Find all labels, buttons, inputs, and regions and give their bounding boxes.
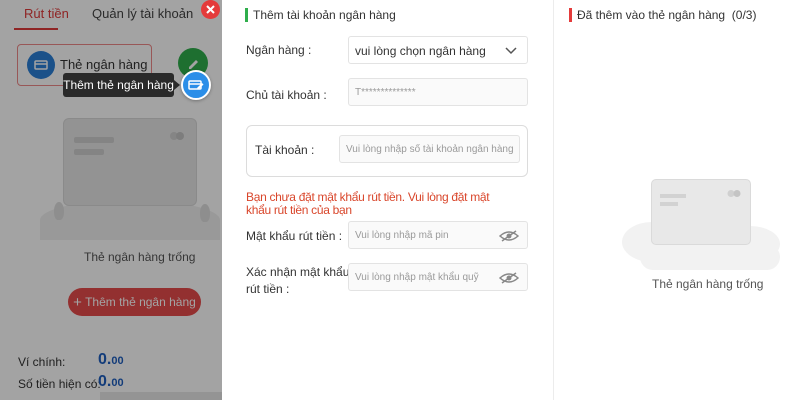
eye-off-icon[interactable] <box>499 272 519 284</box>
add-bank-card-button[interactable]: + Thêm thẻ ngân hàng <box>68 288 201 316</box>
eye-off-icon[interactable] <box>499 230 519 242</box>
account-holder-field: T************** <box>348 78 528 106</box>
chevron-down-icon <box>505 47 517 55</box>
plus-icon: + <box>73 294 82 311</box>
added-cards-title: Đã thêm vào thẻ ngân hàng (0/3) <box>569 8 756 22</box>
withdraw-pin-placeholder: Vui lòng nhập mã pin <box>355 230 449 241</box>
empty-bank-card-text: Thẻ ngân hàng trống <box>84 250 196 264</box>
add-bank-card-button-label: Thêm thẻ ngân hàng <box>85 295 196 309</box>
cloud-decoration <box>640 244 780 270</box>
main-wallet-row: Ví chính: 0.00 <box>18 351 124 369</box>
background-page: Rút tiền Quản lý tài khoản Thẻ ngân hàng… <box>0 0 222 400</box>
account-holder-label: Chủ tài khoản : <box>246 88 327 102</box>
bank-card-icon <box>27 51 55 79</box>
main-wallet-value: 0.00 <box>98 351 124 368</box>
bank-select-value: vui lòng chọn ngân hàng <box>355 44 486 58</box>
empty-illustration-hill <box>40 200 220 240</box>
bank-select[interactable]: vui lòng chọn ngân hàng <box>348 36 528 64</box>
tab-withdraw[interactable]: Rút tiền <box>24 6 69 21</box>
confirm-pin-placeholder: Vui lòng nhập mật khẩu quỹ <box>355 272 479 283</box>
added-cards-count: (0/3) <box>731 8 757 22</box>
tab-account-management[interactable]: Quản lý tài khoản <box>92 6 193 21</box>
close-icon[interactable] <box>201 0 220 19</box>
confirm-pin-input[interactable]: Vui lòng nhập mật khẩu quỹ <box>348 263 528 291</box>
tree-decoration <box>54 202 64 220</box>
account-number-label: Tài khoản : <box>255 143 315 157</box>
panel-divider <box>553 0 554 400</box>
account-number-input[interactable]: Vui lòng nhập số tài khoản ngân hàng <box>339 135 520 163</box>
bottom-input-edge <box>100 392 222 400</box>
withdraw-pin-input[interactable]: Vui lòng nhập mã pin <box>348 221 528 249</box>
main-wallet-label: Ví chính: <box>18 355 66 369</box>
form-section-title: Thêm tài khoản ngân hàng <box>245 8 396 22</box>
add-card-tooltip: Thêm thẻ ngân hàng <box>63 73 180 97</box>
active-tab-indicator <box>14 28 58 30</box>
withdraw-pin-label: Mật khẩu rút tiền : <box>246 229 343 243</box>
confirm-pin-label-line1: Xác nhận mật khẩu <box>246 265 350 279</box>
pin-warning-text: Bạn chưa đặt mật khẩu rút tiền. Vui lòng… <box>246 190 490 217</box>
background-tabs: Rút tiền Quản lý tài khoản <box>0 0 222 30</box>
current-balance-value: 0.00 <box>98 373 124 390</box>
current-balance-label: Số tiền hiện có: <box>18 377 101 391</box>
empty-added-cards-text: Thẻ ngân hàng trống <box>652 277 764 291</box>
empty-card-illustration <box>63 118 197 206</box>
confirm-pin-label-line2: rút tiền : <box>246 282 290 296</box>
tree-decoration <box>200 204 210 222</box>
bank-card-tab-label: Thẻ ngân hàng <box>60 57 148 72</box>
add-card-icon[interactable] <box>181 70 211 100</box>
current-balance-row: Số tiền hiện có: 0.00 <box>18 373 124 391</box>
bank-label: Ngân hàng : <box>246 43 312 57</box>
empty-card-illustration-right <box>651 179 751 245</box>
